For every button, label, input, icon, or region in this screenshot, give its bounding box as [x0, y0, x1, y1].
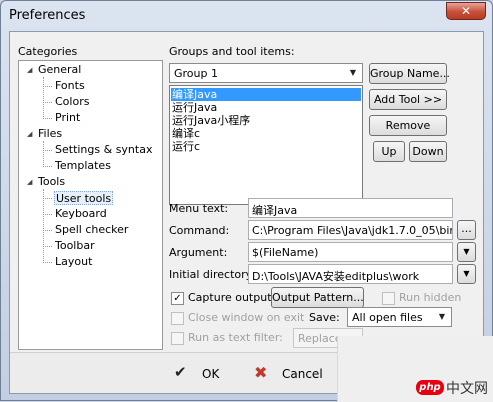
argument-value: $(FileName) [252, 246, 319, 259]
window-title: Preferences [9, 8, 86, 23]
tree-item-colors[interactable]: Colors [55, 95, 89, 109]
groups-label: Groups and tool items: [169, 45, 295, 58]
run-as-filter-label[interactable]: Run as text filter: [188, 331, 283, 344]
ok-button[interactable]: ✔ OK [170, 363, 240, 385]
initial-directory-menu-button[interactable]: ▼ [457, 264, 476, 284]
cancel-button[interactable]: ✖ Cancel [250, 363, 330, 385]
save-select[interactable]: All open files ▼ [347, 307, 452, 327]
close-window-checkbox[interactable] [171, 312, 184, 325]
tree-item-keyboard[interactable]: Keyboard [55, 207, 107, 221]
watermark-text: 中文网 [446, 381, 488, 397]
list-item[interactable]: 运行Java [172, 101, 217, 114]
command-input[interactable]: C:\Program Files\Java\jdk1.7.0_05\bin\ja… [248, 220, 453, 240]
output-pattern-button[interactable]: Output Pattern... [271, 287, 364, 308]
checkmark-icon: ✔ [174, 363, 187, 381]
group-name-button[interactable]: Group Name... [369, 63, 450, 84]
capture-output-label[interactable]: Capture output [188, 291, 272, 304]
run-hidden-checkbox[interactable] [382, 292, 395, 305]
chevron-down-icon[interactable]: ▼ [345, 65, 361, 81]
chevron-down-icon[interactable]: ▼ [434, 309, 450, 325]
tree-item-user-tools[interactable]: User tools [54, 191, 114, 205]
initial-directory-input[interactable]: D:\Tools\JAVA安装editplus\work [248, 264, 453, 284]
close-icon: ✖ [254, 363, 268, 382]
tree-item-fonts[interactable]: Fonts [55, 79, 85, 93]
group-select-value: Group 1 [174, 67, 218, 80]
save-label: Save: [309, 311, 340, 324]
list-item[interactable]: 运行Java小程序 [172, 114, 250, 127]
menu-text-input[interactable]: 编译Java [248, 198, 453, 218]
tree-item-print[interactable]: Print [55, 111, 80, 125]
tree-item-layout[interactable]: Layout [55, 255, 92, 269]
save-select-value: All open files [352, 311, 423, 324]
down-button[interactable]: Down [409, 141, 447, 162]
up-button[interactable]: Up [373, 141, 405, 162]
add-tool-button[interactable]: Add Tool >> [369, 89, 447, 110]
categories-label: Categories [18, 45, 78, 58]
tree-item-tools[interactable]: Tools [38, 175, 65, 189]
checkmark-icon: ✓ [173, 293, 182, 304]
argument-menu-button[interactable]: ▼ [457, 242, 476, 262]
chevron-down-icon: ▼ [463, 247, 470, 256]
tool-items-list[interactable]: 编译Java 运行Java 运行Java小程序 编译c 运行c [169, 85, 363, 205]
preferences-window: Preferences ✕ Categories ◢ General Fonts… [0, 0, 493, 402]
command-value: C:\Program Files\Java\jdk1.7.0_05\bin\ja… [252, 224, 452, 237]
initial-directory-label: Initial directory: [169, 268, 256, 281]
argument-input[interactable]: $(FileName) [248, 242, 453, 262]
list-item[interactable]: 编译c [172, 127, 200, 140]
menu-text-label: Menu text: [169, 202, 229, 215]
argument-label: Argument: [169, 246, 228, 259]
list-item[interactable]: 运行c [172, 140, 200, 153]
capture-output-checkbox[interactable]: ✓ [171, 292, 184, 305]
tree-item-templates[interactable]: Templates [55, 159, 111, 173]
collapse-arrow-icon[interactable]: ◢ [27, 127, 32, 141]
close-button[interactable]: ✕ [446, 2, 486, 20]
command-label: Command: [169, 224, 230, 237]
tree-item-files[interactable]: Files [38, 127, 62, 141]
replace-select-value: Replace [298, 332, 342, 345]
cancel-label: Cancel [282, 367, 323, 381]
menu-text-value: 编译Java [252, 204, 298, 217]
chevron-down-icon: ▼ [463, 269, 470, 278]
group-select[interactable]: Group 1 ▼ [169, 63, 363, 83]
close-window-label[interactable]: Close window on exit [188, 311, 304, 324]
tree-item-toolbar[interactable]: Toolbar [55, 239, 95, 253]
browse-command-button[interactable]: ... [457, 220, 476, 240]
tree-item-settings-syntax[interactable]: Settings & syntax [55, 143, 152, 157]
watermark: php 中文网 [337, 336, 493, 402]
title-bar[interactable]: Preferences ✕ [1, 1, 492, 31]
tree-item-spell-checker[interactable]: Spell checker [55, 223, 128, 237]
initial-directory-value: D:\Tools\JAVA安装editplus\work [252, 270, 420, 283]
run-hidden-label[interactable]: Run hidden [399, 291, 461, 304]
remove-button[interactable]: Remove [369, 115, 447, 136]
run-as-filter-checkbox[interactable] [171, 332, 184, 345]
watermark-logo: php [416, 380, 444, 395]
tree-item-general[interactable]: General [38, 63, 81, 77]
ok-label: OK [202, 367, 220, 381]
collapse-arrow-icon[interactable]: ◢ [27, 175, 32, 189]
categories-tree[interactable]: ◢ General Fonts Colors Print ◢ Files Set… [18, 60, 163, 350]
collapse-arrow-icon[interactable]: ◢ [27, 63, 32, 77]
list-item[interactable]: 编译Java [172, 88, 217, 101]
